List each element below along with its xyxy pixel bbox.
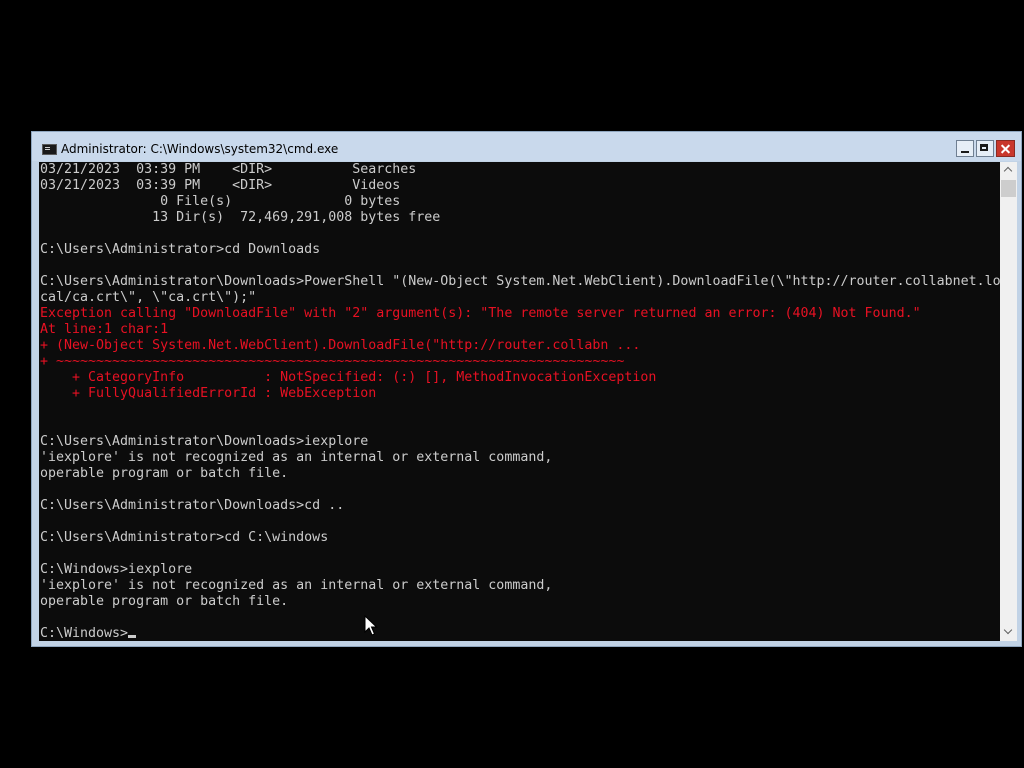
cmd-window: Administrator: C:\Windows\system32\cmd.e… <box>31 131 1022 647</box>
scroll-down-arrow-icon[interactable] <box>1000 624 1017 641</box>
console-line: operable program or batch file. <box>40 466 289 481</box>
desktop: Administrator: C:\Windows\system32\cmd.e… <box>0 0 1024 768</box>
console-line: 'iexplore' is not recognized as an inter… <box>40 450 553 465</box>
console-error-line: Exception calling "DownloadFile" with "2… <box>40 306 921 321</box>
console-line: 03/21/2023 03:39 PM <DIR> Videos <box>40 178 401 193</box>
close-button[interactable] <box>996 140 1015 157</box>
console-error-line: + ~~~~~~~~~~~~~~~~~~~~~~~~~~~~~~~~~~~~~~… <box>40 354 625 369</box>
console-line: C:\Users\Administrator\Downloads>PowerSh… <box>40 274 1000 289</box>
console-line: C:\Windows>iexplore <box>40 562 193 577</box>
console-line: 13 Dir(s) 72,469,291,008 bytes free <box>40 210 441 225</box>
console-error-line: At line:1 char:1 <box>40 322 169 337</box>
console-line: 03/21/2023 03:39 PM <DIR> Searches <box>40 162 417 177</box>
console-output[interactable]: 03/21/2023 03:39 PM <DIR> Searches 03/21/… <box>39 162 1000 641</box>
console-line: operable program or batch file. <box>40 594 289 609</box>
scroll-up-arrow-icon[interactable] <box>1000 162 1017 179</box>
console-line: 0 File(s) 0 bytes <box>40 194 401 209</box>
console-line: C:\Users\Administrator\Downloads>iexplor… <box>40 434 369 449</box>
console-line: C:\Users\Administrator>cd Downloads <box>40 242 321 257</box>
console-line: C:\Users\Administrator>cd C:\windows <box>40 530 329 545</box>
title-bar[interactable]: Administrator: C:\Windows\system32\cmd.e… <box>32 132 1021 161</box>
console-line: cal/ca.crt\", \"ca.crt\");" <box>40 290 257 305</box>
window-title: Administrator: C:\Windows\system32\cmd.e… <box>61 142 339 156</box>
scroll-thumb[interactable] <box>1001 180 1016 197</box>
console-error-line: + FullyQualifiedErrorId : WebException <box>40 386 377 401</box>
text-cursor <box>128 635 137 638</box>
command-prompt: C:\Windows> <box>40 626 129 641</box>
vertical-scrollbar[interactable] <box>1000 162 1017 641</box>
console-prompt-line[interactable]: C:\Windows> <box>40 626 1000 641</box>
console-line: 'iexplore' is not recognized as an inter… <box>40 578 553 593</box>
console-error-line: + (New-Object System.Net.WebClient).Down… <box>40 338 641 353</box>
console-error-line: + CategoryInfo : NotSpecified: (:) [], M… <box>40 370 657 385</box>
maximize-button[interactable] <box>976 140 994 157</box>
console-line: C:\Users\Administrator\Downloads>cd .. <box>40 498 345 513</box>
console-lines: 03/21/2023 03:39 PM <DIR> Searches 03/21/… <box>40 162 1000 641</box>
minimize-button[interactable] <box>956 140 974 157</box>
cmd-app-icon[interactable] <box>42 144 57 155</box>
mouse-pointer-icon <box>364 615 378 636</box>
